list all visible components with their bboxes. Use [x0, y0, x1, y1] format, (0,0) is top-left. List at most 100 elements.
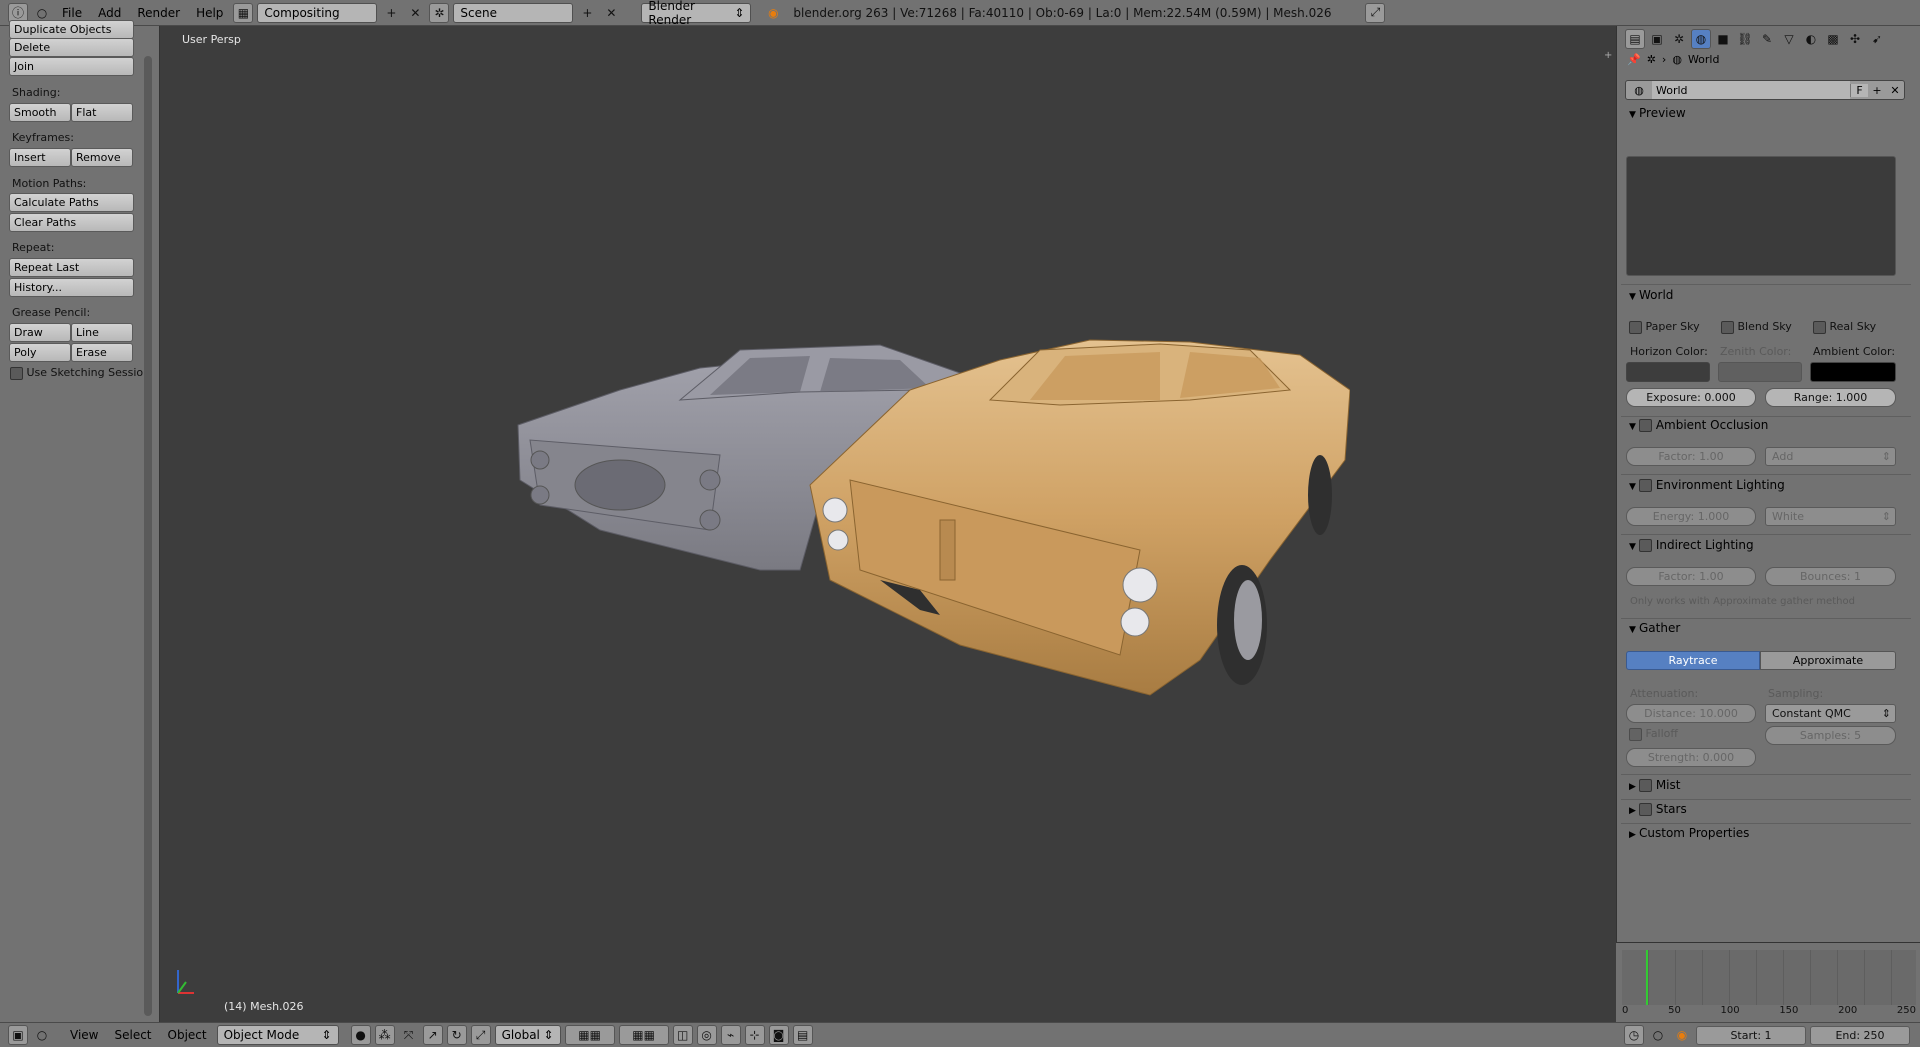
layers-grid2-icon[interactable]: ▦▦ — [618, 1025, 669, 1045]
distance-field[interactable]: Distance: 10.000 — [1626, 704, 1756, 723]
gather-approximate-button[interactable]: Approximate — [1760, 651, 1896, 670]
checkbox-icon[interactable] — [1639, 779, 1652, 792]
properties-editor-icon[interactable]: ▤ — [1625, 29, 1645, 49]
preview-panel-header[interactable]: ▼ Preview — [1629, 106, 1686, 120]
ambient-color-swatch[interactable] — [1810, 362, 1896, 382]
line-button[interactable]: Line — [71, 323, 133, 342]
world-datablock-icon[interactable]: ◍ — [1626, 84, 1652, 97]
checkbox-icon[interactable] — [1639, 803, 1652, 816]
world-tab-icon[interactable]: ◍ — [1691, 29, 1711, 49]
orientation-dropdown[interactable]: Global ⇕ — [494, 1025, 561, 1045]
unlink-world-icon[interactable]: ✕ — [1886, 84, 1904, 97]
env-color-dropdown[interactable]: White ⇕ — [1765, 507, 1896, 526]
real-sky-toggle[interactable]: Real Sky — [1813, 320, 1876, 334]
constraints-tab-icon[interactable]: ⛓ — [1735, 29, 1755, 49]
toolshelf-lower-scrollbar[interactable] — [144, 906, 152, 1016]
paper-sky-toggle[interactable]: Paper Sky — [1629, 320, 1700, 334]
scene-icon[interactable]: ✲ — [429, 2, 450, 23]
scene-selector[interactable]: Scene — [453, 2, 574, 23]
world-datablock[interactable]: ◍ World F + ✕ — [1625, 80, 1905, 100]
editor-type-icon[interactable]: ▣ — [8, 1025, 28, 1045]
zenith-color-swatch[interactable] — [1718, 362, 1802, 382]
repeat-last-button[interactable]: Repeat Last — [9, 258, 134, 277]
remove-layout-icon[interactable]: ✕ — [405, 3, 425, 23]
blend-sky-toggle[interactable]: Blend Sky — [1721, 320, 1792, 334]
mode-dropdown[interactable]: Object Mode ⇕ — [216, 1025, 339, 1045]
remove-keyframe-button[interactable]: Remove — [71, 148, 133, 167]
erase-button[interactable]: Erase — [71, 343, 133, 362]
menu-view[interactable]: View — [64, 1025, 104, 1045]
data-tab-icon[interactable]: ▽ — [1779, 29, 1799, 49]
smooth-button[interactable]: Smooth — [9, 103, 71, 122]
car-models-render[interactable] — [500, 330, 1350, 700]
timeline-area[interactable] — [1622, 950, 1916, 1005]
snap-toggle-icon[interactable]: ⌁ — [720, 1025, 741, 1045]
insert-keyframe-button[interactable]: Insert — [9, 148, 71, 167]
indirect-lighting-panel-header[interactable]: ▼ Indirect Lighting — [1629, 538, 1754, 552]
object-tab-icon[interactable]: ■ — [1713, 29, 1733, 49]
custom-properties-panel-header[interactable]: ▶ Custom Properties — [1629, 826, 1749, 840]
layout-selector[interactable]: Compositing — [257, 2, 378, 23]
scale-icon[interactable]: ⤢ — [470, 1025, 491, 1045]
end-frame-field[interactable]: End: 250 — [1810, 1025, 1910, 1045]
indirect-bounces-field[interactable]: Bounces: 1 — [1765, 567, 1896, 586]
viewport-shading-icon[interactable]: ● — [350, 1025, 371, 1045]
add-scene-icon[interactable]: + — [577, 3, 597, 23]
checkbox-icon[interactable] — [1639, 479, 1652, 492]
render-image-icon[interactable]: ◙ — [768, 1025, 789, 1045]
particles-tab-icon[interactable]: ✣ — [1845, 29, 1865, 49]
layers-grid-icon[interactable]: ▦▦ — [564, 1025, 615, 1045]
proportional-edit-icon[interactable]: ◎ — [696, 1025, 717, 1045]
delete-button[interactable]: Delete — [9, 38, 134, 57]
env-lighting-panel-header[interactable]: ▼ Environment Lighting — [1629, 478, 1785, 492]
manipulator-icon[interactable]: ⤧ — [399, 1025, 419, 1045]
world-panel-header[interactable]: ▼ World — [1629, 288, 1673, 302]
calculate-paths-button[interactable]: Calculate Paths — [9, 193, 134, 212]
start-frame-field[interactable]: Start: 1 — [1696, 1025, 1806, 1045]
strength-field[interactable]: Strength: 0.000 — [1626, 748, 1756, 767]
indirect-factor-field[interactable]: Factor: 1.00 — [1626, 567, 1756, 586]
timeline-editor-icon[interactable]: ◷ — [1624, 1025, 1644, 1045]
add-layout-icon[interactable]: + — [381, 3, 401, 23]
fake-user-button[interactable]: F — [1850, 83, 1868, 97]
pin-icon[interactable]: 📌 — [1627, 53, 1641, 66]
gather-panel-header[interactable]: ▼ Gather — [1629, 621, 1680, 635]
history-button[interactable]: History... — [9, 278, 134, 297]
modifiers-tab-icon[interactable]: ✎ — [1757, 29, 1777, 49]
samples-field[interactable]: Samples: 5 — [1765, 726, 1896, 745]
ao-factor-field[interactable]: Factor: 1.00 — [1626, 447, 1756, 466]
render-engine-dropdown[interactable]: Blender Render ⇕ — [641, 0, 752, 27]
lock-camera-icon[interactable]: ◫ — [672, 1025, 693, 1045]
menu-render[interactable]: Render — [131, 3, 186, 23]
collapse-menu-icon[interactable]: ○ — [32, 1025, 52, 1045]
exposure-field[interactable]: Exposure: 0.000 — [1626, 388, 1756, 407]
flat-button[interactable]: Flat — [71, 103, 133, 122]
duplicate-objects-button[interactable]: Duplicate Objects — [9, 20, 134, 39]
keying-icon[interactable]: ◉ — [1672, 1025, 1692, 1045]
checkbox-icon[interactable] — [1639, 419, 1652, 432]
range-field[interactable]: Range: 1.000 — [1765, 388, 1896, 407]
mist-panel-header[interactable]: ▶ Mist — [1629, 778, 1680, 792]
menu-help[interactable]: Help — [190, 3, 229, 23]
physics-tab-icon[interactable]: ➹ — [1867, 29, 1887, 49]
properties-toggle-icon[interactable]: + — [1604, 50, 1612, 61]
sampling-method-dropdown[interactable]: Constant QMC ⇕ — [1765, 704, 1896, 723]
env-energy-field[interactable]: Energy: 1.000 — [1626, 507, 1756, 526]
menu-select[interactable]: Select — [108, 1025, 157, 1045]
snap-element-icon[interactable]: ⊹ — [744, 1025, 765, 1045]
screen-layout-icon[interactable]: ▦ — [233, 2, 254, 23]
falloff-toggle[interactable]: Falloff — [1629, 727, 1678, 741]
translate-icon[interactable]: ↗ — [422, 1025, 443, 1045]
gather-raytrace-button[interactable]: Raytrace — [1626, 651, 1760, 670]
join-button[interactable]: Join — [9, 57, 134, 76]
render-anim-icon[interactable]: ▤ — [792, 1025, 813, 1045]
toolshelf-scrollbar[interactable] — [144, 56, 152, 926]
sketching-session-toggle[interactable]: Use Sketching Sessio — [10, 366, 143, 380]
horizon-color-swatch[interactable] — [1626, 362, 1710, 382]
ao-blend-dropdown[interactable]: Add ⇕ — [1765, 447, 1896, 466]
render-tab-icon[interactable]: ▣ — [1647, 29, 1667, 49]
poly-button[interactable]: Poly — [9, 343, 71, 362]
material-tab-icon[interactable]: ◐ — [1801, 29, 1821, 49]
texture-tab-icon[interactable]: ▩ — [1823, 29, 1843, 49]
draw-button[interactable]: Draw — [9, 323, 71, 342]
